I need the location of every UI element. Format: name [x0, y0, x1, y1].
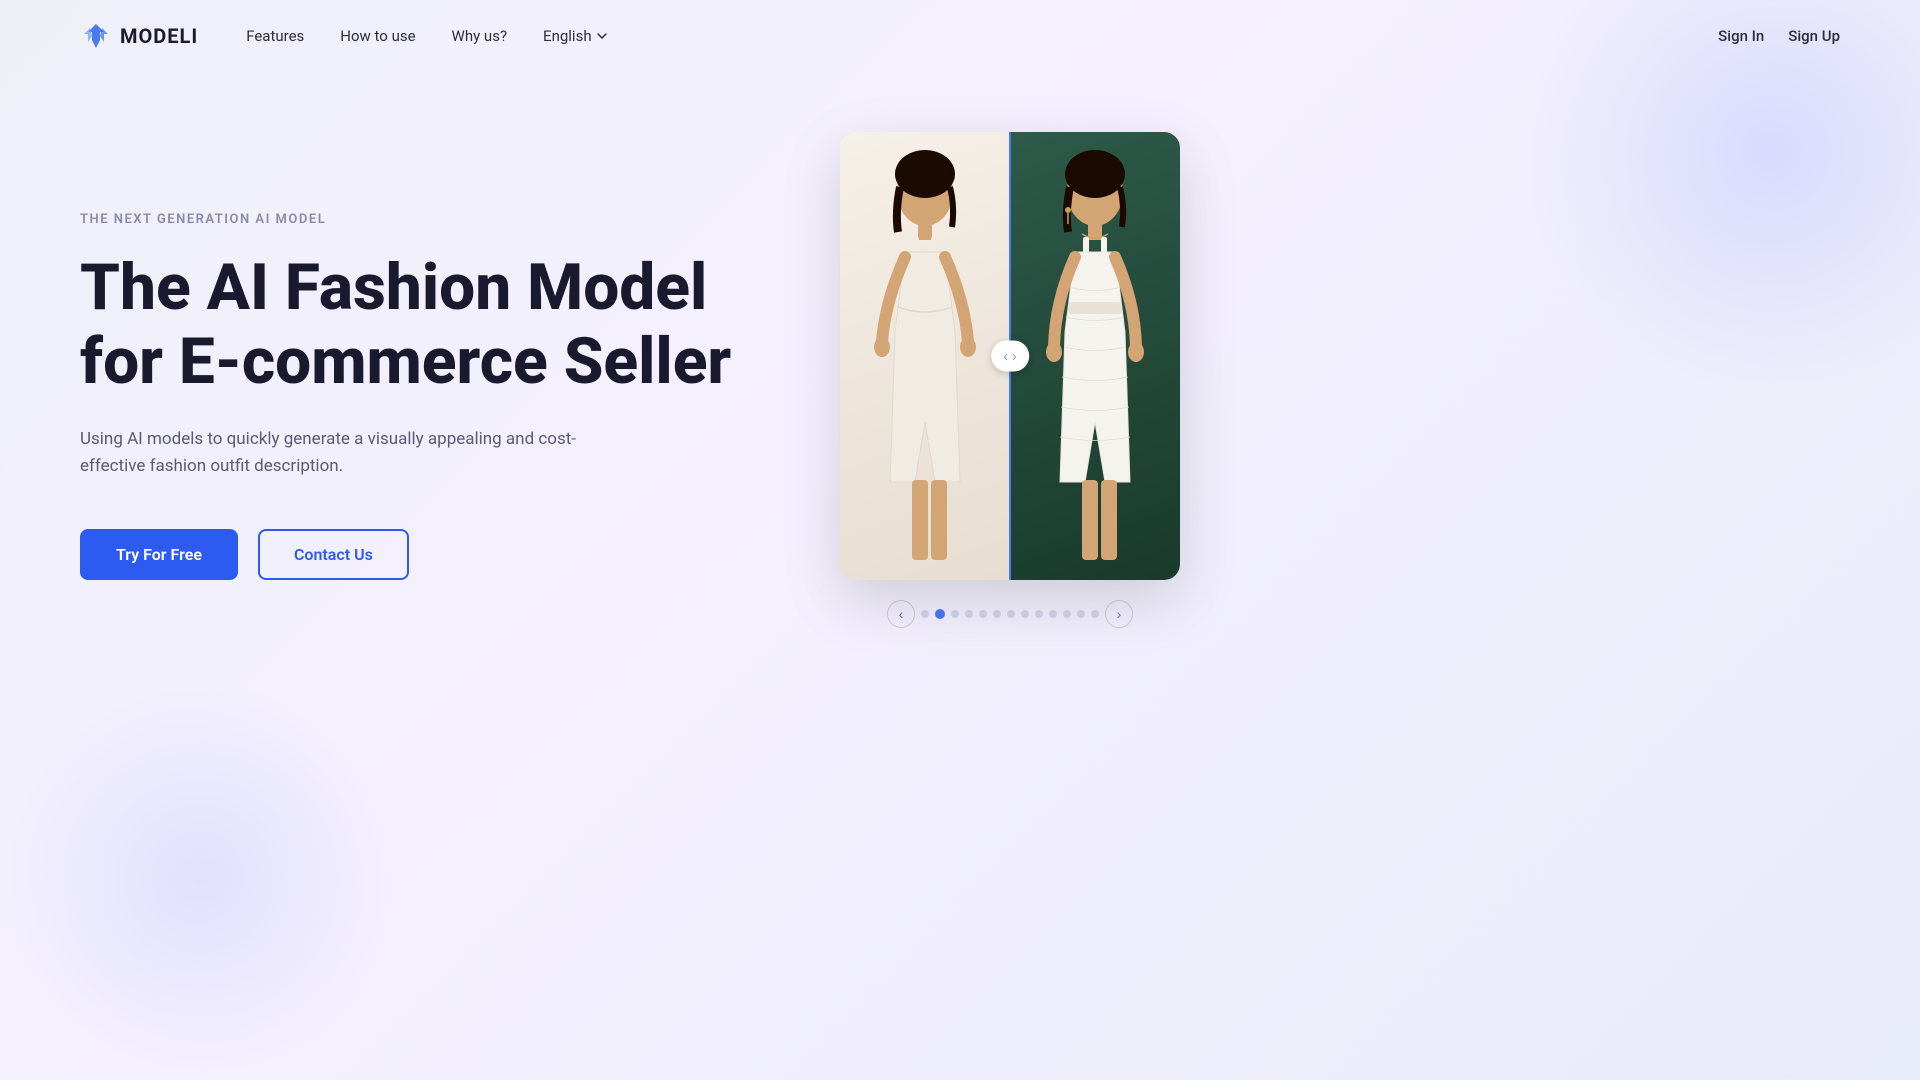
hero-image-area: ‹ › ‹ ›	[840, 132, 1180, 628]
carousel-dot-9[interactable]	[1049, 610, 1057, 618]
image-after	[1010, 132, 1180, 580]
model-figure-after	[1010, 132, 1180, 580]
hero-title-line2: for E-commerce Seller	[80, 324, 731, 399]
hero-description: Using AI models to quickly generate a vi…	[80, 426, 600, 480]
carousel-dot-7[interactable]	[1021, 610, 1029, 618]
language-selector[interactable]: English	[543, 27, 608, 45]
carousel-dot-1[interactable]	[935, 609, 945, 619]
carousel-dot-4[interactable]	[979, 610, 987, 618]
logo[interactable]: MODELI	[80, 20, 198, 52]
carousel-next-button[interactable]: ›	[1105, 600, 1133, 628]
next-arrow-icon: ›	[1117, 606, 1122, 622]
hero-tagline: THE NEXT GENERATION AI MODEL	[80, 212, 780, 227]
model-figure-before	[840, 132, 1010, 580]
carousel-dot-2[interactable]	[951, 610, 959, 618]
sign-in-link[interactable]: Sign In	[1718, 27, 1764, 45]
language-label: English	[543, 27, 592, 45]
comparison-image: ‹ ›	[840, 132, 1180, 580]
left-arrow-icon: ‹	[1003, 347, 1008, 366]
cta-buttons: Try For Free Contact Us	[80, 529, 780, 580]
carousel-dot-3[interactable]	[965, 610, 973, 618]
logo-text: MODELI	[120, 24, 198, 48]
navbar: MODELI Features How to use Why us? Engli…	[0, 0, 1920, 72]
nav-features[interactable]: Features	[246, 27, 304, 45]
carousel-prev-button[interactable]: ‹	[887, 600, 915, 628]
hero-content: THE NEXT GENERATION AI MODEL The AI Fash…	[80, 132, 780, 580]
nav-links: Features How to use Why us? English	[246, 27, 1718, 45]
hero-title: The AI Fashion Model for E-commerce Sell…	[80, 251, 780, 398]
carousel-dot-10[interactable]	[1063, 610, 1071, 618]
try-for-free-button[interactable]: Try For Free	[80, 529, 238, 580]
chevron-down-icon	[596, 30, 608, 42]
logo-icon	[80, 20, 112, 52]
contact-us-button[interactable]: Contact Us	[258, 529, 409, 580]
nav-how-to-use[interactable]: How to use	[340, 27, 415, 45]
carousel-dot-12[interactable]	[1091, 610, 1099, 618]
nav-why-us[interactable]: Why us?	[452, 27, 508, 45]
nav-auth: Sign In Sign Up	[1718, 27, 1840, 45]
image-before	[840, 132, 1010, 580]
carousel-dot-11[interactable]	[1077, 610, 1085, 618]
hero-title-line1: The AI Fashion Model	[80, 250, 707, 325]
carousel-dot-0[interactable]	[921, 610, 929, 618]
hero-section: THE NEXT GENERATION AI MODEL The AI Fash…	[0, 72, 1920, 628]
carousel-dot-5[interactable]	[993, 610, 1001, 618]
sign-up-link[interactable]: Sign Up	[1788, 27, 1840, 45]
carousel-dot-8[interactable]	[1035, 610, 1043, 618]
right-arrow-icon: ›	[1012, 347, 1017, 366]
prev-arrow-icon: ‹	[899, 606, 904, 622]
carousel-controls: ‹ ›	[840, 600, 1180, 628]
carousel-dot-6[interactable]	[1007, 610, 1015, 618]
comparison-arrows[interactable]: ‹ ›	[991, 341, 1029, 372]
